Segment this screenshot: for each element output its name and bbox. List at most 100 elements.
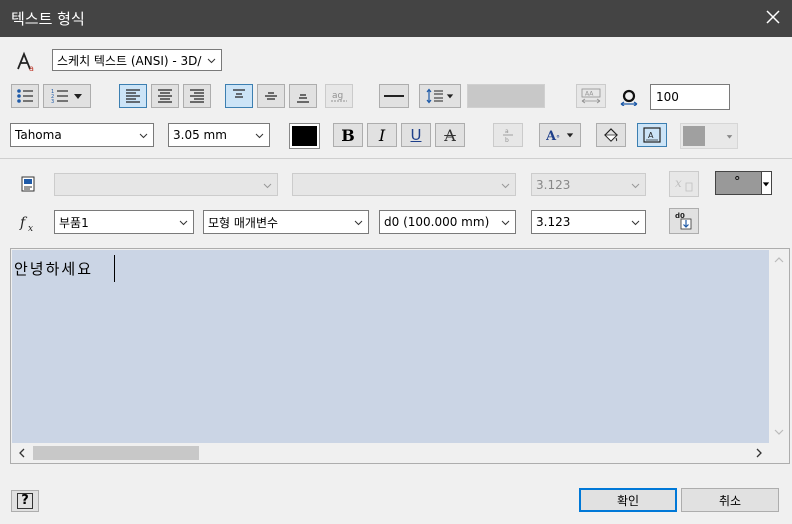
font-value: Tahoma — [15, 128, 62, 142]
background-color-swatch — [683, 126, 705, 146]
strikethrough-button[interactable]: A — [435, 123, 465, 147]
valign-middle-button[interactable] — [257, 84, 285, 108]
property-precision-value: 3.123 — [536, 177, 571, 192]
stack-fraction-icon: a b — [503, 128, 513, 144]
bold-button[interactable]: B — [333, 123, 363, 147]
chevron-down-icon — [501, 220, 510, 226]
stretch-icon — [617, 86, 641, 108]
text-editor-area[interactable]: 안녕하세요 — [12, 250, 769, 443]
dropdown-arrow-icon — [566, 133, 574, 138]
strikethrough-icon: A — [444, 125, 456, 145]
background-color-dropdown[interactable] — [680, 123, 738, 149]
add-property-button[interactable]: x — [669, 171, 699, 197]
ok-button[interactable]: 확인 — [579, 488, 677, 512]
valign-top-icon — [233, 89, 245, 98]
chevron-down-icon — [354, 220, 363, 226]
svg-text:b: b — [505, 137, 509, 144]
editor-text: 안녕하세요 — [14, 260, 94, 278]
parameter-type-value: 모형 매개변수 — [208, 215, 279, 230]
text-style-select[interactable]: 스케치 텍스트 (ANSI) - 3D/ — [52, 49, 222, 71]
component-select[interactable]: 부품1 — [54, 210, 194, 234]
property-precision-select[interactable]: 3.123 — [531, 173, 646, 196]
italic-button[interactable]: I — [367, 123, 397, 147]
background-fill-button[interactable] — [596, 123, 626, 147]
toolbar-separator — [0, 158, 792, 159]
align-right-button[interactable] — [183, 84, 211, 108]
align-right-icon — [190, 89, 204, 103]
font-size-select[interactable]: 3.05 mm — [168, 123, 270, 147]
svg-text:x: x — [675, 176, 682, 190]
property-type-select[interactable] — [54, 173, 278, 196]
line-style-button[interactable] — [379, 84, 409, 108]
chevron-down-icon — [631, 220, 640, 226]
horizontal-scrollbar[interactable] — [12, 443, 789, 463]
help-button[interactable]: ? — [11, 490, 39, 512]
add-property-icon: x — [675, 176, 693, 192]
horizontal-scroll-thumb[interactable] — [33, 446, 199, 460]
parameter-precision-value: 3.123 — [536, 215, 571, 229]
scroll-up-icon — [774, 257, 784, 263]
chevron-down-icon — [501, 183, 510, 188]
dialog-title: 텍스트 형식 — [11, 10, 85, 28]
align-left-button[interactable] — [119, 84, 147, 108]
svg-text:AA: AA — [585, 91, 594, 98]
chevron-down-icon — [139, 133, 148, 139]
valign-bottom-button[interactable] — [289, 84, 317, 108]
underline-icon: U — [410, 126, 422, 144]
text-style-icon: a — [12, 50, 38, 74]
dropdown-arrow-icon — [726, 135, 733, 139]
cancel-label: 취소 — [718, 493, 742, 508]
chevron-down-icon — [255, 133, 264, 139]
close-button[interactable] — [762, 6, 784, 28]
text-editor[interactable]: 안녕하세요 — [10, 248, 790, 464]
line-spacing-button[interactable] — [419, 84, 461, 108]
valign-middle-icon — [265, 92, 277, 100]
vertical-scrollbar[interactable] — [769, 250, 789, 443]
component-value: 부품1 — [59, 215, 89, 230]
close-icon — [766, 10, 780, 24]
function-icon: f x — [18, 212, 40, 234]
stack-button[interactable]: a b — [493, 123, 523, 147]
fill-bucket-icon — [604, 128, 618, 142]
parameter-type-select[interactable]: 모형 매개변수 — [203, 210, 369, 234]
parameter-select[interactable]: d0 (100.000 mm) — [379, 210, 516, 234]
scroll-down-icon — [774, 429, 784, 435]
scroll-left-icon — [19, 448, 25, 458]
text-wrap-button[interactable]: ag — [325, 84, 353, 108]
fit-text-icon: AA — [581, 88, 601, 104]
add-parameter-button[interactable]: d0 — [669, 208, 699, 234]
dropdown-arrow-icon — [762, 182, 770, 187]
dropdown-arrow-icon — [446, 94, 454, 99]
chevron-down-icon — [179, 220, 188, 226]
align-center-button[interactable] — [151, 84, 179, 108]
bullet-list-icon — [17, 89, 33, 103]
symbol-dropdown[interactable]: ° — [715, 171, 772, 195]
valign-top-button[interactable] — [225, 84, 253, 108]
help-icon: ? — [17, 493, 33, 509]
fit-text-button[interactable]: AA — [576, 84, 606, 108]
stretch-input[interactable]: 100 — [650, 84, 730, 110]
font-select[interactable]: Tahoma — [10, 123, 154, 147]
svg-text:a: a — [29, 64, 34, 73]
text-style-value: 스케치 텍스트 (ANSI) - 3D/ — [57, 53, 202, 68]
ok-label: 확인 — [616, 493, 640, 508]
svg-text:3: 3 — [51, 99, 54, 104]
line-spacing-icon — [426, 88, 443, 104]
svg-text:x: x — [28, 224, 33, 233]
stretch-value: 100 — [656, 90, 679, 104]
bullet-list-button[interactable] — [11, 84, 39, 108]
underline-button[interactable]: U — [401, 123, 431, 147]
dropdown-arrow-icon — [74, 94, 82, 99]
text-frame-button[interactable]: A — [637, 123, 667, 147]
text-color-button[interactable] — [289, 123, 320, 149]
align-center-icon — [158, 89, 172, 103]
cancel-button[interactable]: 취소 — [681, 488, 779, 512]
svg-text:a: a — [505, 128, 509, 135]
align-left-icon — [126, 89, 140, 103]
property-select[interactable] — [292, 173, 516, 196]
insert-symbol-button[interactable]: A ° — [539, 123, 581, 147]
parameter-precision-select[interactable]: 3.123 — [531, 210, 646, 234]
numbered-list-button[interactable]: 1 2 3 — [43, 84, 91, 108]
valign-bottom-icon — [297, 94, 309, 103]
line-spacing-value-field[interactable] — [467, 84, 545, 108]
